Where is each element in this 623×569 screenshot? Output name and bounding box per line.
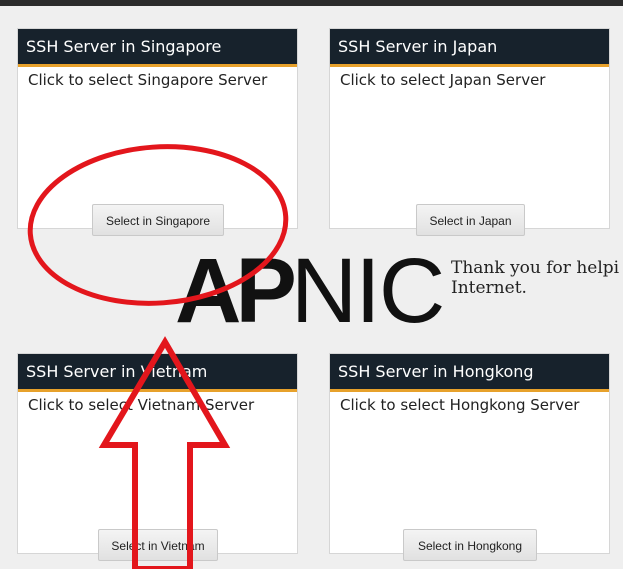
apnic-logo: APNIC (175, 240, 445, 342)
card-description: Click to select Japan Server (340, 71, 546, 89)
select-japan-button[interactable]: Select in Japan (416, 204, 525, 236)
card-description: Click to select Hongkong Server (340, 396, 580, 414)
select-hongkong-button[interactable]: Select in Hongkong (403, 529, 537, 561)
banner-text: Thank you for helpi Internet. (451, 258, 623, 298)
server-card-vietnam: SSH Server in Vietnam Click to select Vi… (17, 353, 298, 561)
card-description: Click to select Singapore Server (28, 71, 268, 89)
card-description: Click to select Vietnam Server (28, 396, 255, 414)
card-title: SSH Server in Hongkong (330, 354, 609, 392)
select-singapore-button[interactable]: Select in Singapore (92, 204, 224, 236)
select-vietnam-button[interactable]: Select in Vietnam (98, 529, 218, 561)
server-card-hongkong: SSH Server in Hongkong Click to select H… (329, 353, 610, 561)
top-bar (0, 0, 623, 6)
server-card-japan: SSH Server in Japan Click to select Japa… (329, 28, 610, 236)
card-title: SSH Server in Vietnam (18, 354, 297, 392)
banner-text-line2: Internet. (451, 278, 527, 298)
server-card-singapore: SSH Server in Singapore Click to select … (17, 28, 298, 236)
card-title: SSH Server in Singapore (18, 29, 297, 67)
card-title: SSH Server in Japan (330, 29, 609, 67)
banner-text-line1: Thank you for helpi (451, 258, 620, 278)
